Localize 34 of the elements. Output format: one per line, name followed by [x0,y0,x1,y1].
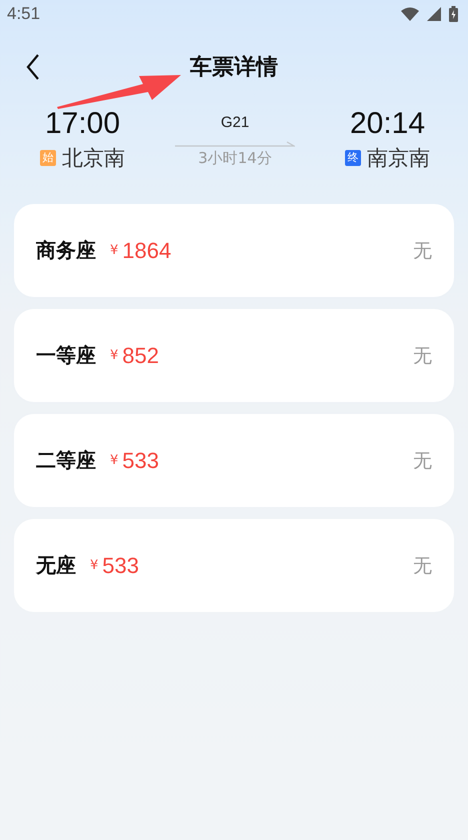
seat-card[interactable]: 一等座 ¥ 852 无 [14,309,454,402]
status-time: 4:51 [7,4,40,24]
seat-availability: 无 [413,344,432,368]
currency-sign: ¥ [110,453,118,468]
signal-icon [427,7,441,21]
end-tag: 终 [345,150,361,166]
seat-class: 二等座 [36,447,96,474]
currency-sign: ¥ [110,243,118,258]
currency-sign: ¥ [90,558,98,573]
seat-card[interactable]: 二等座 ¥ 533 无 [14,414,454,507]
seat-class: 一等座 [36,342,96,369]
trip-duration: 3小时14分 [198,149,272,168]
seat-class: 无座 [36,552,76,579]
page-title: 车票详情 [190,54,278,82]
seat-price: 1864 [122,238,172,264]
seat-card[interactable]: 无座 ¥ 533 无 [14,519,454,612]
currency-sign: ¥ [110,348,118,363]
departure-station: 北京南 [62,145,125,172]
battery-icon [449,6,458,22]
seat-card[interactable]: 商务座 ¥ 1864 无 [14,204,454,297]
arrival-station: 南京南 [367,145,430,172]
seat-price: 533 [102,552,139,578]
seat-availability: 无 [413,554,432,578]
wifi-icon [401,7,419,21]
seat-availability: 无 [413,238,432,264]
back-icon[interactable] [26,54,40,80]
train-number: G21 [220,114,250,131]
seat-class: 商务座 [36,237,96,264]
start-tag: 始 [40,150,56,166]
seat-price: 852 [122,342,159,368]
arrival-time: 20:14 [350,106,426,142]
seat-availability: 无 [413,448,432,474]
seat-price: 533 [122,448,159,474]
departure-time: 17:00 [44,106,120,142]
